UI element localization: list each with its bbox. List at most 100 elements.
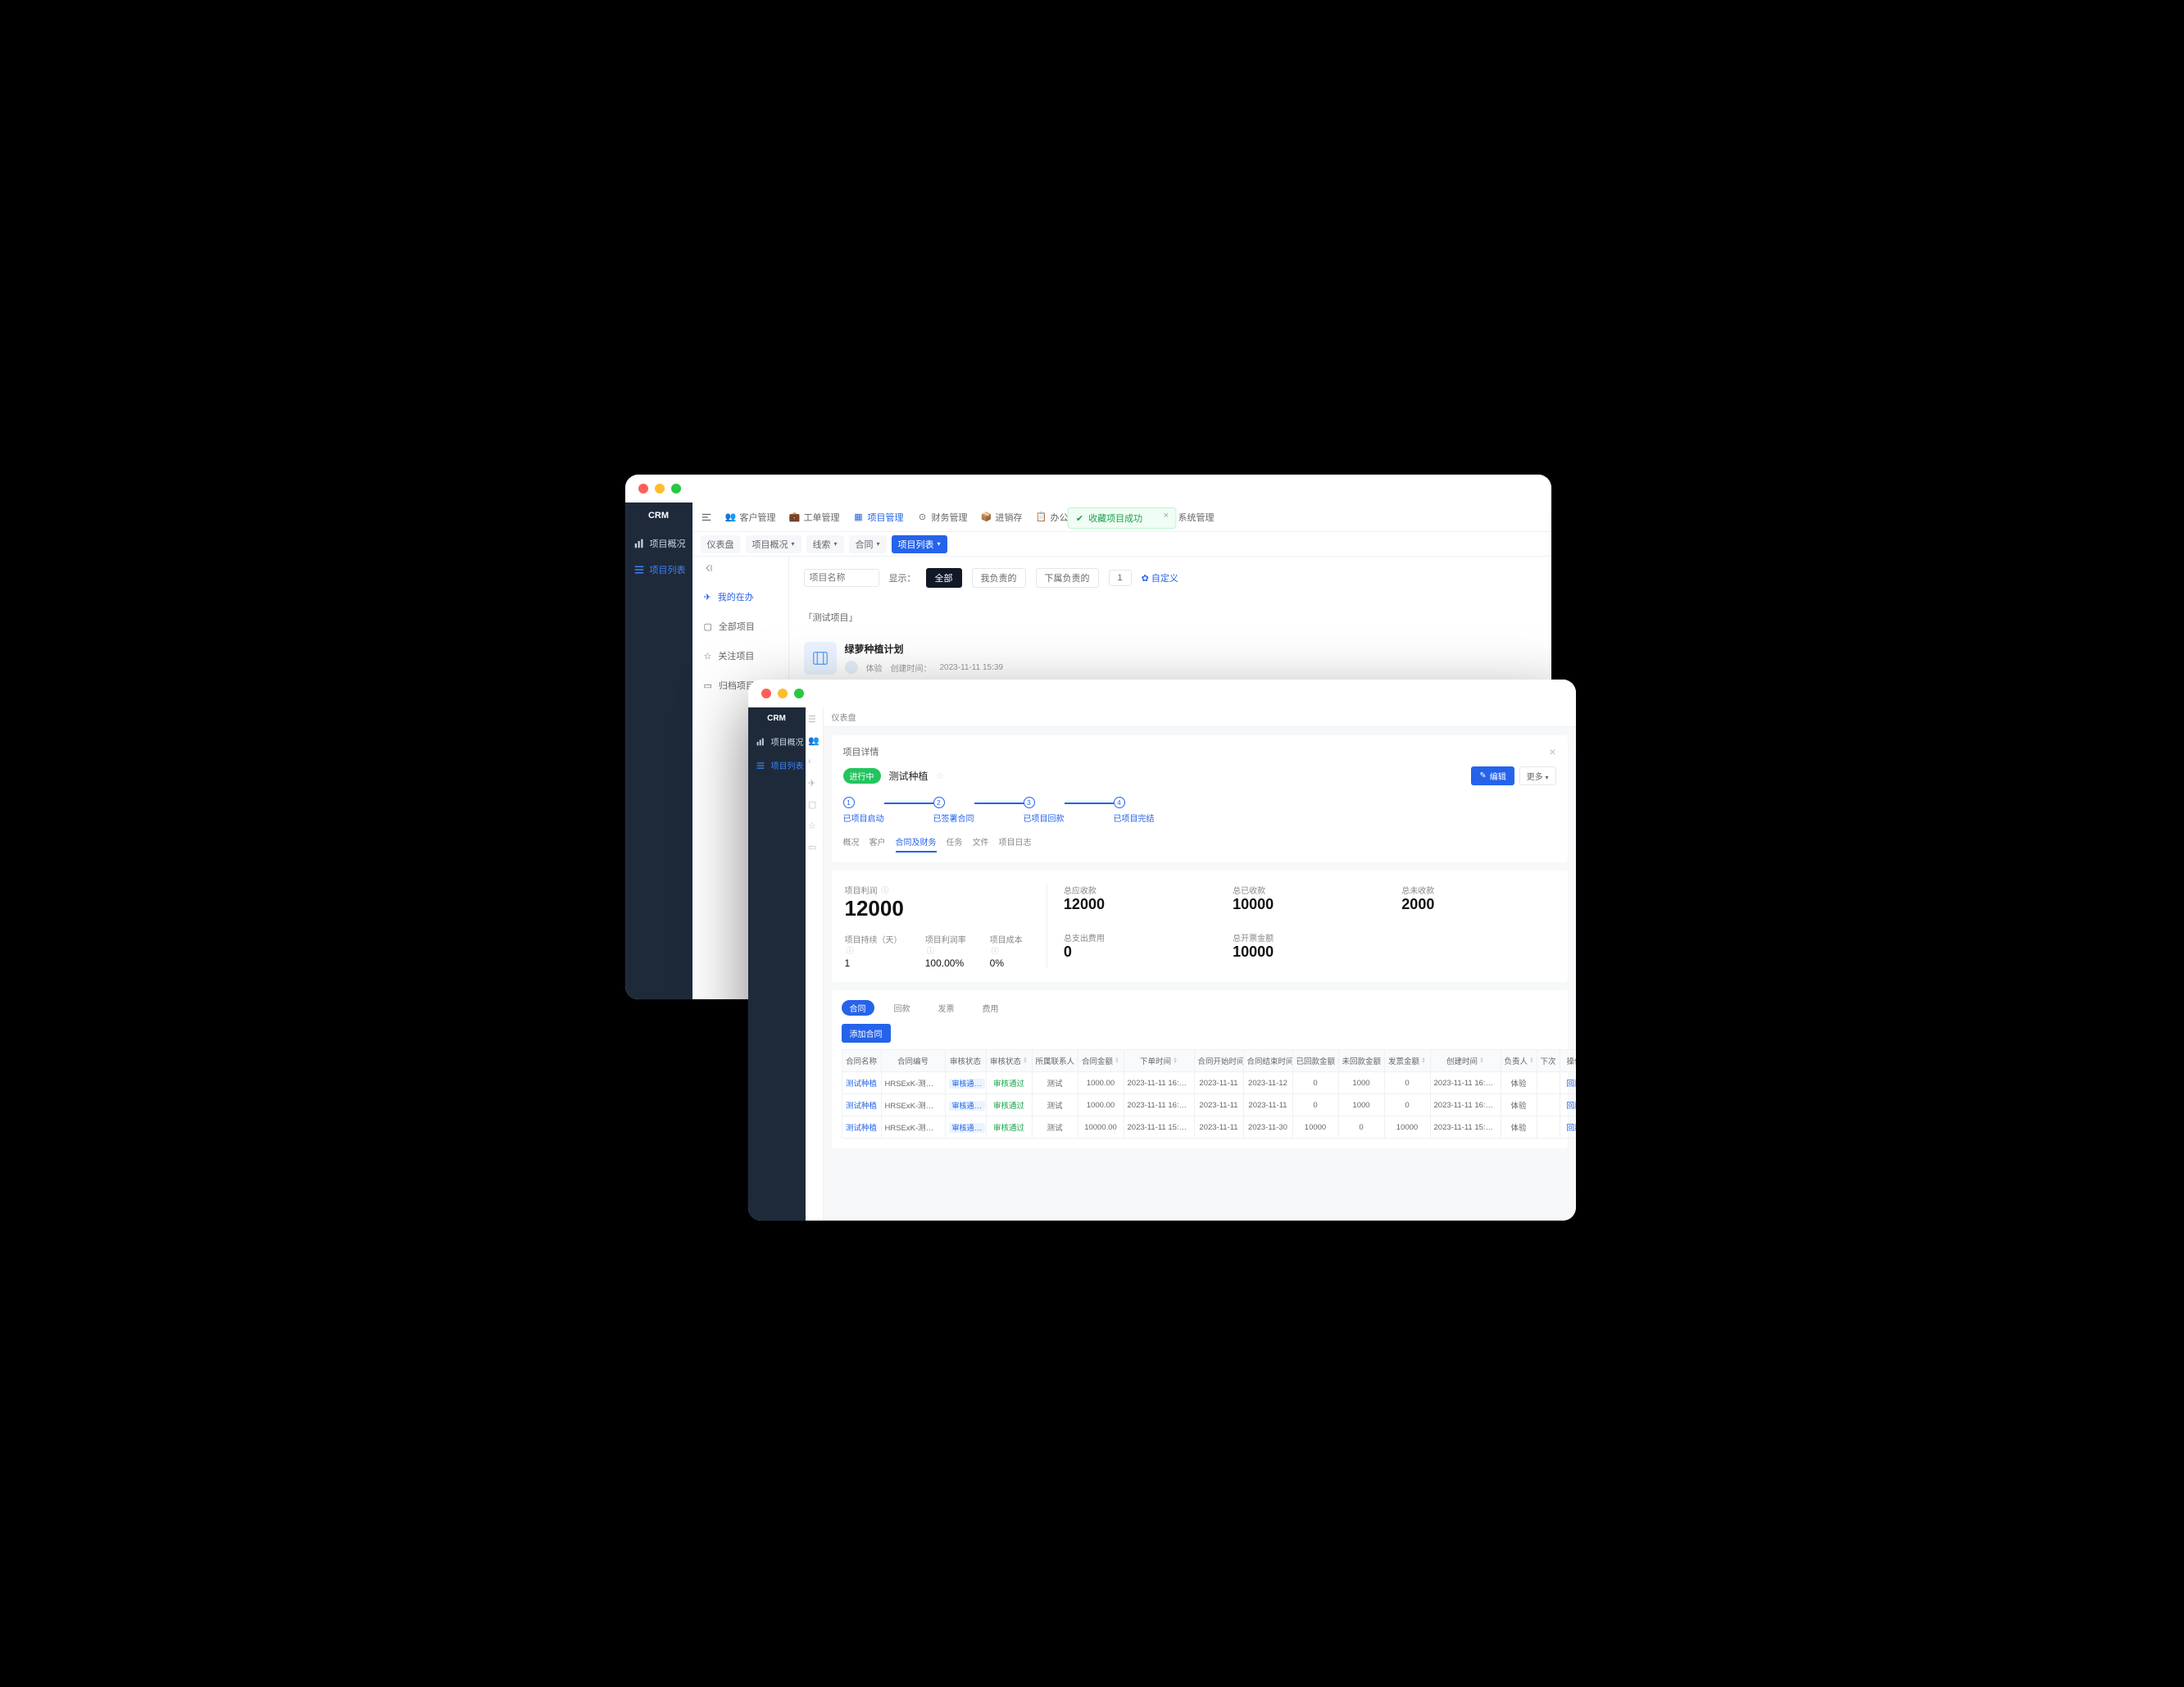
cell-end: 2023-11-30 <box>1243 1116 1292 1139</box>
more-button[interactable]: 更多 ▾ <box>1519 766 1556 785</box>
table-header[interactable]: 操作 <box>1560 1050 1576 1072</box>
folder-icon[interactable]: ▢ <box>808 799 820 811</box>
toast-close-icon[interactable]: × <box>1164 511 1169 521</box>
cell-next <box>1537 1094 1560 1116</box>
box-icon: 📦 <box>981 512 992 523</box>
star-icon[interactable]: ☆ <box>808 821 820 832</box>
close-icon[interactable]: × <box>1549 745 1555 758</box>
table-header[interactable]: 下单时间 ▲▼ <box>1124 1050 1194 1072</box>
table-header[interactable]: 创建时间 ▲▼ <box>1430 1050 1501 1072</box>
archive-icon[interactable]: ▭ <box>808 842 820 853</box>
cell-name[interactable]: 测试种植 <box>842 1072 881 1094</box>
minimize-icon[interactable] <box>655 484 665 493</box>
project-card[interactable]: 绿萝种植计划 体验 创建时间： 2023-11-11 15:39 <box>804 642 1537 675</box>
cell-contact: 测试 <box>1032 1116 1078 1139</box>
nav-back-icon[interactable]: ‹ <box>808 757 820 768</box>
table-header[interactable]: 负责人 ▲▼ <box>1501 1050 1537 1072</box>
minitab-overview[interactable]: 概况 <box>843 835 860 853</box>
minitab-customer[interactable]: 客户 <box>870 835 886 853</box>
cell-start: 2023-11-11 <box>1194 1094 1243 1116</box>
detail-title: 项目详情 <box>843 745 879 758</box>
tab-lead[interactable]: 线索 ▾ <box>806 535 844 553</box>
filter-customize[interactable]: ✿ 自定义 <box>1142 571 1178 584</box>
cell-action[interactable]: 回款 <box>1560 1094 1576 1116</box>
table-header[interactable]: 发票金额 ▲▼ <box>1384 1050 1430 1072</box>
project-created: 2023-11-11 15:39 <box>940 663 1003 672</box>
table-header[interactable]: 已回款金额 ▲▼ <box>1292 1050 1338 1072</box>
sidebar-item-list[interactable]: 项目列表 <box>748 753 806 777</box>
table-header[interactable]: 合同结束时间 ▲▼ <box>1243 1050 1292 1072</box>
search-input[interactable] <box>804 569 879 587</box>
filter-mine[interactable]: 我负责的 <box>972 568 1026 588</box>
close-icon[interactable] <box>638 484 648 493</box>
sidebar-item-label: 项目列表 <box>650 563 686 576</box>
tab-contract[interactable]: 合同 ▾ <box>849 535 887 553</box>
maximize-icon[interactable] <box>671 484 681 493</box>
collapse-icon[interactable] <box>692 557 788 582</box>
leftpanel-item-all[interactable]: ▢ 全部项目 <box>692 612 788 641</box>
received-label: 总已收款 <box>1233 884 1385 896</box>
cell-action[interactable]: 回款 <box>1560 1072 1576 1094</box>
table-header[interactable]: 合同开始时间 ▲▼ <box>1194 1050 1243 1072</box>
sidebar-item-list[interactable]: 项目列表 <box>625 557 692 583</box>
maximize-icon[interactable] <box>794 689 804 698</box>
edit-button[interactable]: ✎编辑 <box>1471 766 1514 785</box>
leftpanel-item-mine[interactable]: ✈ 我的在办 <box>692 582 788 612</box>
table-header[interactable]: 合同名称 <box>842 1050 881 1072</box>
table-header[interactable]: 合同编号 <box>881 1050 945 1072</box>
ttab-contract[interactable]: 合同 <box>842 1000 874 1016</box>
table-header[interactable]: 合同金额 ▲▼ <box>1078 1050 1124 1072</box>
cell-action[interactable]: 回款 <box>1560 1116 1576 1139</box>
rocket-icon[interactable]: ✈ <box>808 778 820 789</box>
minitab-task[interactable]: 任务 <box>947 835 963 853</box>
minitab-log[interactable]: 项目日志 <box>999 835 1032 853</box>
minitab-finance[interactable]: 合同及财务 <box>896 835 937 853</box>
cell-contact: 测试 <box>1032 1072 1078 1094</box>
table-header[interactable]: 审核状态 ▲▼ <box>986 1050 1032 1072</box>
cell-invoice: 10000 <box>1384 1116 1430 1139</box>
table-header[interactable]: 下次 <box>1537 1050 1560 1072</box>
favorite-icon[interactable]: ☆ <box>937 771 945 781</box>
chevron-down-icon: ▾ <box>1545 774 1548 781</box>
nav-project[interactable]: ▦项目管理 <box>853 511 904 524</box>
nav-customer[interactable]: 👥客户管理 <box>725 511 776 524</box>
add-contract-button[interactable]: 添加合同 <box>842 1024 891 1043</box>
filter-all[interactable]: 全部 <box>926 568 962 588</box>
cell-paid: 0 <box>1292 1094 1338 1116</box>
metrics-panel: 项目利润 12000 项目持续（天）1 项目利润率100.00% 项目成本0% … <box>832 871 1568 982</box>
ttab-repay[interactable]: 回款 <box>886 1000 919 1016</box>
nav-ticket[interactable]: 💼工单管理 <box>789 511 840 524</box>
cell-ordertime: 2023-11-11 16:16:54 <box>1124 1072 1194 1094</box>
filter-sub[interactable]: 下属负责的 <box>1036 568 1099 588</box>
table-header[interactable]: 审核状态 <box>945 1050 986 1072</box>
cost-value: 0% <box>990 957 1030 969</box>
cell-amount: 10000.00 <box>1078 1116 1124 1139</box>
info-icon <box>925 947 934 956</box>
menu-icon[interactable]: ☰ <box>808 714 820 725</box>
tab-overview[interactable]: 项目概况 ▾ <box>746 535 801 553</box>
cell-name[interactable]: 测试种植 <box>842 1094 881 1116</box>
menu-icon[interactable] <box>701 512 712 523</box>
cell-name[interactable]: 测试种植 <box>842 1116 881 1139</box>
tab-projectlist[interactable]: 项目列表 ▾ <box>892 535 947 553</box>
tab-dashboard-compact[interactable]: 仪表盘 <box>832 711 856 723</box>
ttab-invoice[interactable]: 发票 <box>930 1000 963 1016</box>
nav-inventory[interactable]: 📦进销存 <box>981 511 1023 524</box>
table-header[interactable]: 所属联系人 ▲▼ <box>1032 1050 1078 1072</box>
leftpanel-item-follow[interactable]: ☆ 关注项目 <box>692 641 788 671</box>
project-name: 测试种植 <box>889 769 929 783</box>
people-icon[interactable]: 👥 <box>808 735 820 747</box>
ttab-fee[interactable]: 费用 <box>974 1000 1007 1016</box>
nav-finance[interactable]: ⊙财务管理 <box>917 511 968 524</box>
close-icon[interactable] <box>761 689 771 698</box>
minitab-file[interactable]: 文件 <box>973 835 989 853</box>
sidebar-item-overview[interactable]: 项目概况 <box>625 530 692 557</box>
minimize-icon[interactable] <box>778 689 788 698</box>
sidebar: CRM 项目概况 项目列表 <box>748 707 806 1221</box>
duration-value: 1 <box>845 957 909 969</box>
toast-success: ✔ 收藏项目成功 × <box>1067 507 1176 529</box>
table-header[interactable]: 未回款金额 ▲▼ <box>1338 1050 1384 1072</box>
cell-unpaid: 1000 <box>1338 1072 1384 1094</box>
sidebar-item-overview[interactable]: 项目概况 <box>748 730 806 753</box>
tab-dashboard[interactable]: 仪表盘 <box>701 535 741 553</box>
